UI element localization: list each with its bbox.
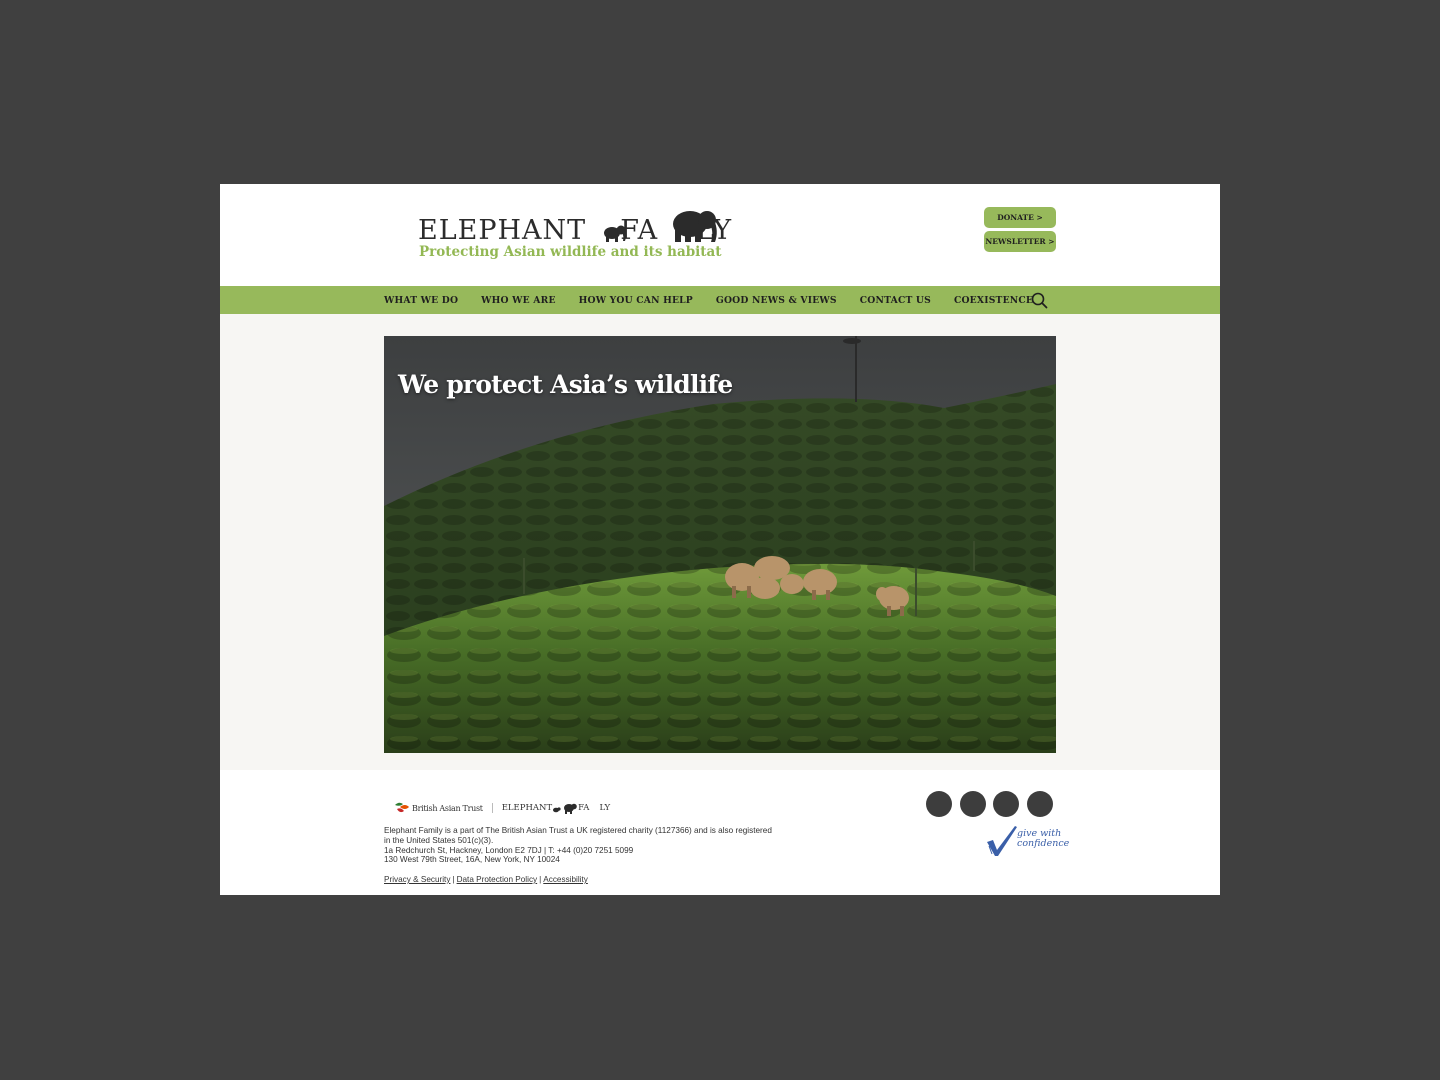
nav-item-good-news-views[interactable]: GOOD NEWS & VIEWS — [716, 295, 837, 306]
give-with-confidence-badge[interactable]: give with confidence — [985, 824, 1069, 858]
main-content: We protect Asia’s wildlife — [220, 314, 1220, 770]
site-footer: British Asian Trust ELEPHANT FA LY Elephan… — [220, 770, 1220, 895]
give-with-confidence-label: give with confidence — [1017, 829, 1069, 849]
logo-tagline: Protecting Asian wildlife and its habita… — [419, 244, 722, 260]
elephant-logo-icon — [553, 803, 577, 814]
page-frame: ELEPHANT FA LY — [220, 184, 1220, 895]
footer-logos: British Asian Trust ELEPHANT FA LY — [394, 801, 610, 815]
social-icon-3[interactable] — [993, 791, 1019, 817]
british-asian-trust-logo-icon[interactable] — [394, 801, 410, 815]
elephant-family-footer-logo[interactable]: ELEPHANT FA LY — [502, 802, 610, 814]
footer-text-line: 130 West 79th Street, 16A, New York, NY … — [384, 855, 560, 865]
nav-item-how-you-can-help[interactable]: HOW YOU CAN HELP — [579, 295, 693, 306]
link-separator: | — [452, 875, 455, 884]
nav-item-who-we-are[interactable]: WHO WE ARE — [481, 295, 556, 306]
privacy-security-link[interactable]: Privacy & Security — [384, 875, 450, 884]
gwc-line-2: confidence — [1017, 838, 1070, 849]
footer-links: Privacy & Security | Data Protection Polic… — [384, 875, 588, 884]
link-separator: | — [539, 875, 542, 884]
social-links — [926, 791, 1060, 817]
ef-footer-text-mid: FA — [578, 803, 590, 813]
ef-footer-text-right: LY — [599, 803, 611, 813]
footer-text-line: in the United States 501(c)(3). — [384, 835, 494, 845]
main-nav: WHAT WE DO WHO WE ARE HOW YOU CAN HELP G… — [220, 286, 1220, 314]
search-icon[interactable] — [1031, 292, 1048, 309]
data-protection-policy-link[interactable]: Data Protection Policy — [457, 875, 538, 884]
site-logo[interactable]: ELEPHANTFALY — [418, 206, 758, 264]
social-icon-1[interactable] — [926, 791, 952, 817]
footer-logo-divider — [491, 803, 493, 813]
footer-text-line: Elephant Family is a part of The British… — [384, 826, 772, 835]
newsletter-button[interactable]: NEWSLETTER > — [984, 231, 1056, 252]
social-icon-4[interactable] — [1026, 791, 1053, 817]
footer-text-line: 1a Redchurch St, Hackney, London E2 7DJ … — [384, 845, 634, 855]
ef-footer-text-left: ELEPHANT — [501, 803, 553, 813]
hero-title: We protect Asia’s wildlife — [398, 370, 733, 399]
hero-banner[interactable]: We protect Asia’s wildlife — [384, 336, 1056, 753]
nav-item-contact-us[interactable]: CONTACT US — [860, 295, 931, 306]
donate-button[interactable]: DONATE > — [984, 207, 1056, 228]
footer-charity-info: Elephant Family is a part of The British… — [384, 826, 804, 865]
british-asian-trust-label[interactable]: British Asian Trust — [412, 804, 483, 813]
nav-item-coexistence[interactable]: COEXISTENCE — [954, 295, 1033, 306]
nav-items: WHAT WE DO WHO WE ARE HOW YOU CAN HELP G… — [384, 286, 1056, 314]
elephant-logo-icon — [604, 211, 717, 242]
accessibility-link[interactable]: Accessibility — [543, 875, 588, 884]
social-icon-2[interactable] — [959, 791, 986, 817]
site-header: ELEPHANTFALY — [220, 184, 1220, 286]
nav-item-what-we-do[interactable]: WHAT WE DO — [384, 295, 458, 306]
checkmark-icon — [987, 826, 1017, 856]
